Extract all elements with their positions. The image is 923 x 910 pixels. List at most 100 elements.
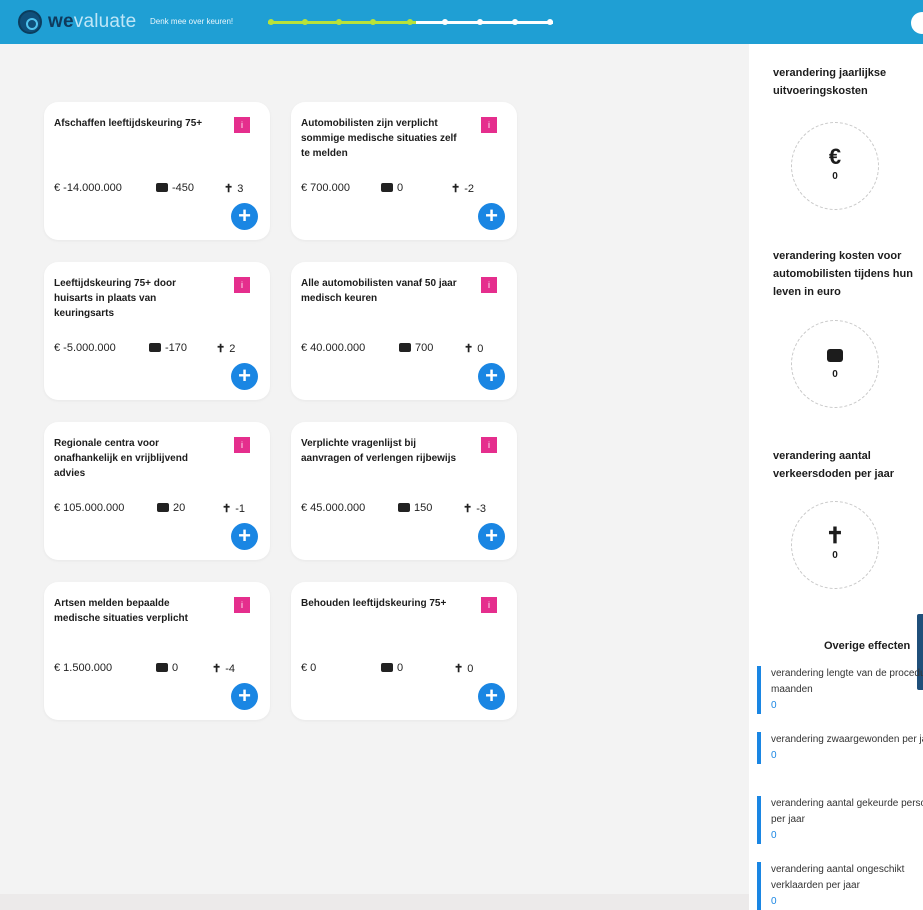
measure-card: Verplichte vragenlijst bij aanvragen of … <box>291 422 517 560</box>
effect-label: verandering aantal gekeurde personen per… <box>771 798 923 825</box>
measure-card: Regionale centra voor onafhankelijk en v… <box>44 422 270 560</box>
effect-label: verandering lengte van de procedure in m… <box>771 668 923 695</box>
other-effect: verandering aantal ongeschikt verklaarde… <box>757 862 923 910</box>
cross-icon: ✝ <box>464 343 474 355</box>
progress-step[interactable] <box>512 19 518 25</box>
card-wallet: 150 <box>398 502 432 514</box>
top-bar: wevaluate Denk mee over keuren! <box>0 0 923 44</box>
add-button[interactable]: + <box>231 683 258 710</box>
add-button[interactable]: + <box>231 203 258 230</box>
card-cost: € -14.000.000 <box>54 182 122 194</box>
wallet-icon <box>381 183 393 192</box>
effect-label: verandering zwaargewonden per jaar <box>771 734 923 745</box>
motorist-costs-value: 0 <box>832 369 838 380</box>
card-title: Leeftijdskeuring 75+ door huisarts in pl… <box>54 278 176 319</box>
card-wallet: 0 <box>156 662 178 674</box>
progress-step[interactable] <box>336 19 342 25</box>
effect-value: 0 <box>771 896 777 907</box>
info-button[interactable]: i <box>234 277 250 293</box>
wallet-icon <box>149 343 161 352</box>
measure-card: Leeftijdskeuring 75+ door huisarts in pl… <box>44 262 270 400</box>
other-effect: verandering zwaargewonden per jaar 0 <box>757 732 923 764</box>
effect-value: 0 <box>771 830 777 841</box>
measure-card: Alle automobilisten vanaf 50 jaar medisc… <box>291 262 517 400</box>
add-button[interactable]: + <box>231 523 258 550</box>
cross-icon: ✝ <box>825 523 845 548</box>
progress-step[interactable] <box>370 19 376 25</box>
progress-step[interactable] <box>547 19 553 25</box>
progress-step[interactable] <box>302 19 308 25</box>
card-wallet: -170 <box>149 342 187 354</box>
logo-icon <box>18 10 42 34</box>
wallet-icon <box>381 663 393 672</box>
card-deaths: ✝ -1 <box>222 503 245 515</box>
card-title: Automobilisten zijn verplicht sommige me… <box>301 118 457 159</box>
card-cost: € 105.000.000 <box>54 502 125 514</box>
effects-panel: verandering jaarlijkse uitvoeringskosten… <box>749 44 923 910</box>
wallet-icon <box>399 343 411 352</box>
cross-icon: ✝ <box>224 183 234 195</box>
menu-button[interactable] <box>911 12 923 34</box>
effect-value: 0 <box>771 750 777 761</box>
cross-icon: ✝ <box>463 503 473 515</box>
card-wallet: 700 <box>399 342 433 354</box>
add-button[interactable]: + <box>478 363 505 390</box>
add-button[interactable]: + <box>478 523 505 550</box>
progress-fill <box>268 21 417 24</box>
card-cost: € 1.500.000 <box>54 662 113 674</box>
cross-icon: ✝ <box>454 663 464 675</box>
tagline: Denk mee over keuren! <box>150 17 234 26</box>
card-title: Afschaffen leeftijdskeuring 75+ <box>54 118 203 129</box>
measure-card: Afschaffen leeftijdskeuring 75+ i € -14.00… <box>44 102 270 240</box>
progress-step[interactable] <box>477 19 483 25</box>
card-wallet: -450 <box>156 182 194 194</box>
brand-logo[interactable]: wevaluate <box>48 11 136 33</box>
progress-step[interactable] <box>407 19 413 25</box>
costs-title: verandering jaarlijkse uitvoeringskosten <box>773 67 887 97</box>
card-title: Regionale centra voor onafhankelijk en v… <box>54 438 188 479</box>
card-deaths: ✝ -3 <box>463 503 486 515</box>
card-title: Behouden leeftijdskeuring 75+ <box>301 598 447 609</box>
effect-value: 0 <box>771 700 777 711</box>
wallet-icon <box>156 663 168 672</box>
other-effect: verandering lengte van de procedure in m… <box>757 666 923 714</box>
costs-ring: € 0 <box>791 122 879 210</box>
wallet-icon <box>792 343 878 367</box>
motorist-costs-ring: 0 <box>791 320 879 408</box>
effect-label: verandering aantal ongeschikt verklaarde… <box>771 864 905 891</box>
card-wallet: 0 <box>381 662 403 674</box>
progress-step[interactable] <box>268 19 274 25</box>
measure-card: Automobilisten zijn verplicht sommige me… <box>291 102 517 240</box>
card-deaths: ✝ 0 <box>464 343 484 355</box>
card-title: Alle automobilisten vanaf 50 jaar medisc… <box>301 278 457 304</box>
info-button[interactable]: i <box>481 437 497 453</box>
wallet-icon <box>157 503 169 512</box>
progress-bar <box>268 19 553 25</box>
card-title: Artsen melden bepaalde medische situatie… <box>54 598 188 624</box>
euro-icon: € <box>828 144 842 169</box>
card-deaths: ✝ 0 <box>454 663 474 675</box>
add-button[interactable]: + <box>478 683 505 710</box>
card-deaths: ✝ -4 <box>212 663 235 675</box>
info-button[interactable]: i <box>234 117 250 133</box>
cross-icon: ✝ <box>212 663 222 675</box>
add-button[interactable]: + <box>478 203 505 230</box>
card-cost: € 45.000.000 <box>301 502 366 514</box>
progress-step[interactable] <box>442 19 448 25</box>
info-button[interactable]: i <box>481 597 497 613</box>
cross-icon: ✝ <box>222 503 232 515</box>
card-cost: € -5.000.000 <box>54 342 116 354</box>
card-deaths: ✝ 3 <box>224 183 244 195</box>
add-button[interactable]: + <box>231 363 258 390</box>
info-button[interactable]: i <box>481 277 497 293</box>
info-button[interactable]: i <box>234 597 250 613</box>
wallet-icon <box>398 503 410 512</box>
deaths-title: verandering aantal verkeersdoden per jaa… <box>773 450 895 480</box>
card-deaths: ✝ 2 <box>216 343 236 355</box>
info-button[interactable]: i <box>481 117 497 133</box>
wallet-icon <box>156 183 168 192</box>
card-cost: € 0 <box>301 662 317 674</box>
card-deaths: ✝ -2 <box>451 183 474 195</box>
cross-icon: ✝ <box>451 183 461 195</box>
info-button[interactable]: i <box>234 437 250 453</box>
